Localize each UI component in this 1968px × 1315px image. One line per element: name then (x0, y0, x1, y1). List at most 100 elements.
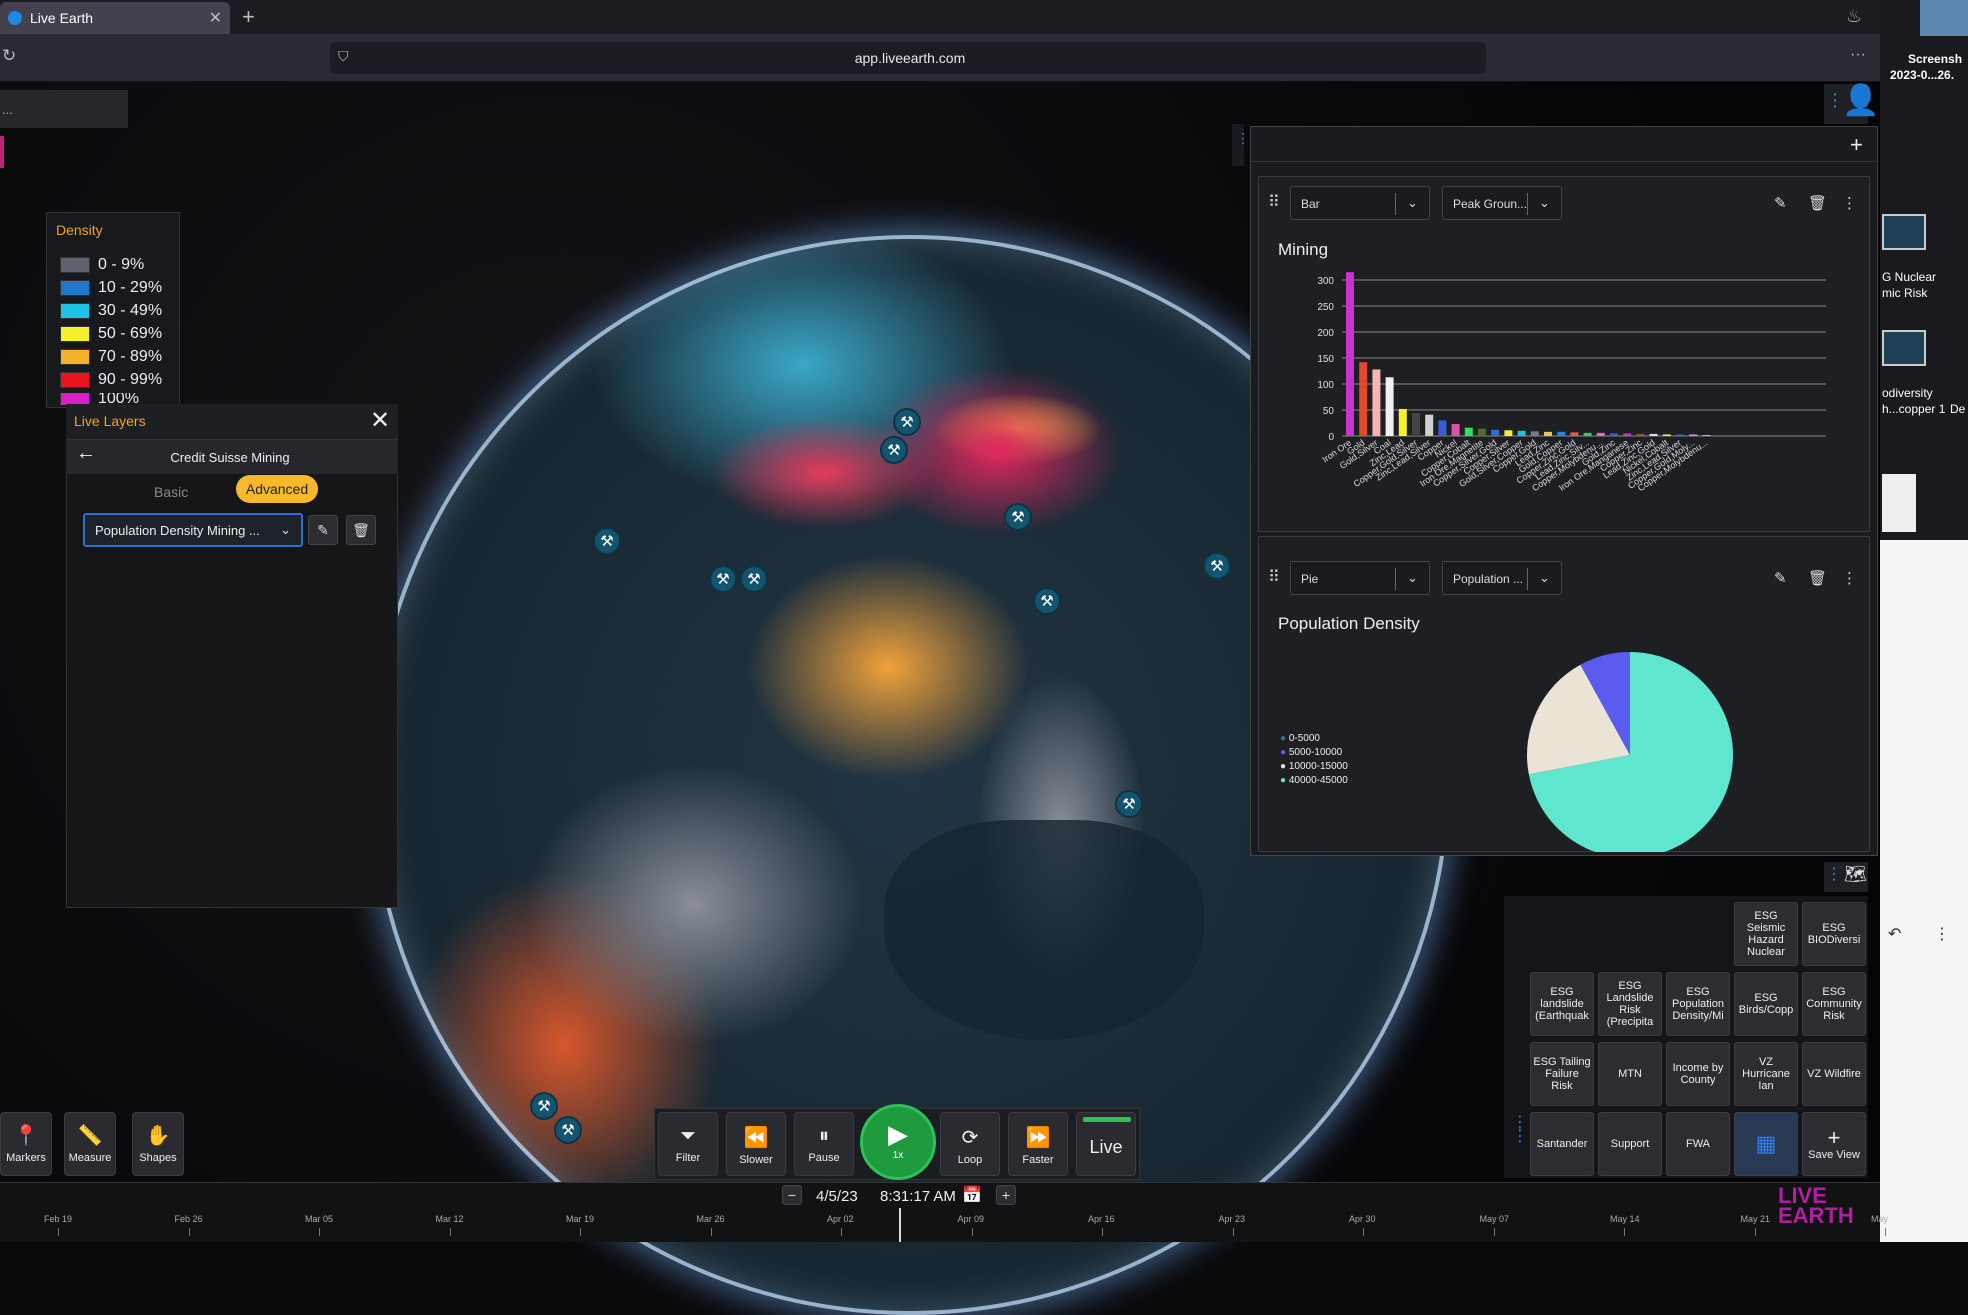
bar[interactable] (1689, 434, 1698, 436)
faster-button[interactable]: ⏩ Faster (1008, 1112, 1068, 1176)
layer-preset-button[interactable]: ESG Population Density/Mi (1666, 972, 1730, 1036)
layer-preset-button[interactable]: ESG Community Risk (1802, 972, 1866, 1036)
layer-preset-button[interactable]: Santander (1530, 1112, 1594, 1176)
browser-tab[interactable]: Live Earth ✕ (0, 2, 230, 34)
layer-select[interactable]: Population Density Mining ... ⌄ (83, 513, 303, 547)
mining-marker-icon[interactable]: ⚒ (1115, 790, 1143, 818)
bar[interactable] (1504, 430, 1513, 436)
layer-preset-button[interactable]: ESG landslide (Earthquak (1530, 972, 1594, 1036)
bar[interactable] (1464, 427, 1473, 436)
trash-icon[interactable]: 🗑 (1808, 569, 1827, 587)
chart-type-select[interactable]: Pie ⌄ (1290, 561, 1430, 595)
flame-icon[interactable]: ♨ (1846, 6, 1862, 27)
bar[interactable] (1346, 272, 1354, 436)
layer-preset-button[interactable]: VZ Hurricane Ian (1734, 1042, 1798, 1106)
mining-marker-icon[interactable]: ⚒ (1004, 503, 1032, 531)
close-tab-icon[interactable]: ✕ (209, 8, 222, 28)
bar[interactable] (1412, 413, 1420, 436)
edit-icon[interactable]: ✎ (1774, 194, 1787, 212)
chart-field-select[interactable]: Peak Groun... ⌄ (1442, 186, 1562, 220)
bar[interactable] (1359, 362, 1368, 436)
new-tab-icon[interactable]: + (242, 4, 255, 30)
trash-icon[interactable]: 🗑 (346, 515, 376, 545)
back-arrow-icon[interactable]: ← (76, 442, 96, 465)
measure-button[interactable]: 📏 Measure (64, 1112, 116, 1176)
bar[interactable] (1398, 408, 1407, 436)
bar[interactable] (1636, 433, 1645, 436)
desktop-thumb-1[interactable] (1882, 214, 1926, 250)
mining-marker-icon[interactable]: ⚒ (880, 436, 908, 464)
timeline-cursor[interactable] (899, 1208, 901, 1242)
layer-preset-button[interactable]: ESG Birds/Copp (1734, 972, 1798, 1036)
layer-preset-button[interactable]: VZ Wildfire (1802, 1042, 1866, 1106)
edit-icon[interactable]: ✎ (1774, 569, 1787, 587)
layer-preset-button[interactable]: FWA (1666, 1112, 1730, 1176)
mining-marker-icon[interactable]: ⚒ (1033, 587, 1061, 615)
edit-icon[interactable]: ✎ (308, 515, 338, 545)
zoom-in-button[interactable]: + (996, 1185, 1016, 1205)
mining-marker-icon[interactable]: ⚒ (554, 1116, 582, 1144)
bar[interactable] (1517, 430, 1526, 436)
desktop-thumb-2[interactable] (1882, 330, 1926, 366)
screenshot-thumbnail[interactable] (1920, 0, 1968, 36)
layer-preset-button[interactable]: ESG Seismic Hazard Nuclear (1734, 902, 1798, 966)
bar[interactable] (1385, 377, 1394, 436)
bar[interactable] (1649, 433, 1658, 436)
bar[interactable] (1570, 432, 1579, 436)
kebab-menu-icon[interactable]: ⋮ (1934, 924, 1950, 944)
layer-preset-button[interactable]: ESG BIODiversi (1802, 902, 1866, 966)
tab-basic[interactable]: Basic (150, 480, 192, 504)
drag-grip-icon[interactable]: ⠿ (1268, 567, 1280, 587)
mining-marker-icon[interactable]: ⚒ (593, 527, 621, 555)
bar[interactable] (1676, 434, 1684, 436)
mining-marker-icon[interactable]: ⚒ (740, 565, 768, 593)
pause-button[interactable]: ⏸ Pause (794, 1112, 854, 1176)
bar[interactable] (1530, 431, 1539, 436)
document-thumbnail[interactable] (1882, 474, 1916, 532)
mining-marker-icon[interactable]: ⚒ (1203, 552, 1231, 580)
chart-type-select[interactable]: Bar ⌄ (1290, 186, 1430, 220)
filter-button[interactable]: ⏷ Filter (658, 1112, 718, 1176)
kebab-menu-icon[interactable]: ⋮ (1842, 569, 1857, 587)
bar[interactable] (1583, 432, 1592, 436)
play-button[interactable]: ▶ 1x (860, 1104, 936, 1180)
close-icon[interactable]: ✕ (370, 406, 390, 435)
trash-icon[interactable]: 🗑 (1808, 194, 1827, 212)
bar[interactable] (1372, 369, 1381, 436)
drag-handle-icon[interactable]: ⋮ (1236, 130, 1250, 147)
layer-preset-button[interactable]: MTN (1598, 1042, 1662, 1106)
slower-button[interactable]: ⏪ Slower (726, 1112, 786, 1176)
bar[interactable] (1491, 429, 1500, 436)
bar[interactable] (1702, 434, 1711, 436)
loop-button[interactable]: ⟳ Loop (940, 1112, 1000, 1176)
zoom-out-button[interactable]: − (782, 1185, 802, 1205)
bar[interactable] (1623, 433, 1632, 436)
bar[interactable] (1451, 424, 1460, 436)
add-chart-icon[interactable]: + (1850, 132, 1863, 158)
layer-preset-button[interactable]: ESG Tailing Failure Risk (1530, 1042, 1594, 1106)
map-thumbnail-icon[interactable]: 🗺 (1844, 864, 1867, 885)
mining-marker-icon[interactable]: ⚒ (530, 1092, 558, 1120)
bar[interactable] (1425, 414, 1434, 436)
drag-grip-icon[interactable]: ⠿ (1268, 192, 1280, 212)
save-view-button[interactable]: + Save View (1802, 1112, 1866, 1176)
mining-marker-icon[interactable]: ⚒ (709, 565, 737, 593)
bar[interactable] (1596, 432, 1605, 436)
live-button[interactable]: Live (1076, 1112, 1136, 1176)
layer-preset-button[interactable]: ESG Landslide Risk (Precipita (1598, 972, 1662, 1036)
shapes-button[interactable]: ✋ Shapes (132, 1112, 184, 1176)
bar[interactable] (1544, 431, 1552, 436)
bar[interactable] (1557, 431, 1566, 436)
mining-marker-icon[interactable]: ⚒ (893, 408, 921, 436)
kebab-menu-icon[interactable]: ⋮ (1842, 194, 1857, 212)
calendar-icon[interactable]: 📅 (962, 1185, 982, 1205)
search-bar[interactable]: ... (0, 90, 128, 128)
bar[interactable] (1610, 433, 1618, 436)
tab-advanced[interactable]: Advanced (236, 475, 318, 503)
drag-handle-icon[interactable]: ⋮ ⋮ (1512, 1115, 1528, 1145)
drag-handle-icon[interactable]: ⋮ (1826, 864, 1842, 884)
layer-preset-button[interactable]: Income by County (1666, 1042, 1730, 1106)
bar[interactable] (1438, 420, 1447, 436)
markers-button[interactable]: 📍 Markers (0, 1112, 52, 1176)
user-avatar-icon[interactable]: 👤 (1842, 86, 1879, 116)
